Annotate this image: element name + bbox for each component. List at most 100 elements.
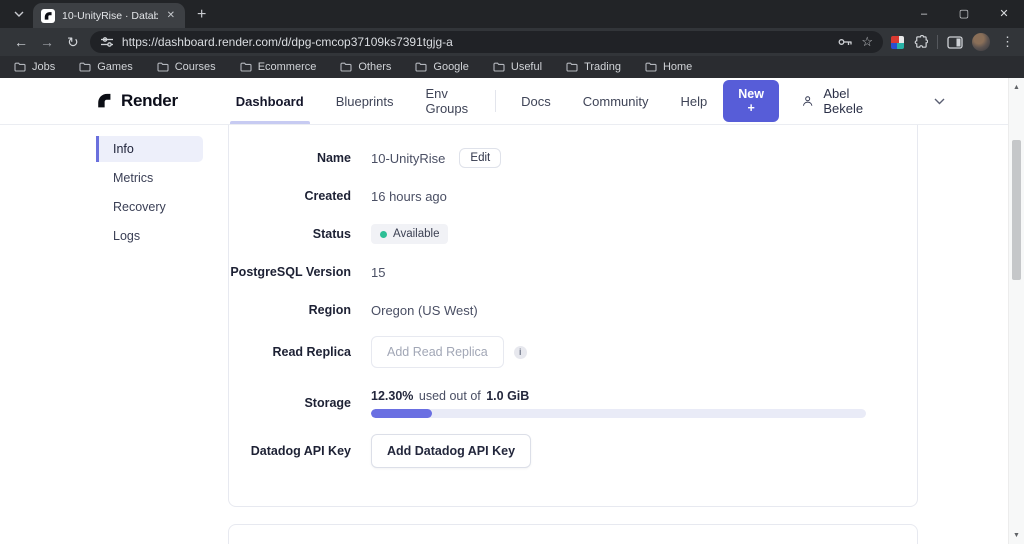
sidebar-item-metrics[interactable]: Metrics bbox=[96, 165, 203, 191]
info-icon[interactable]: i bbox=[514, 346, 527, 359]
storage-progress-fill bbox=[371, 409, 432, 418]
read-replica-value: Add Read Replica i bbox=[371, 336, 527, 368]
bookmark-folder-home[interactable]: Home bbox=[645, 61, 692, 73]
bookmark-folder-others[interactable]: Others bbox=[340, 61, 391, 73]
render-logo-icon bbox=[95, 92, 113, 110]
new-button[interactable]: New + bbox=[723, 80, 779, 122]
status-badge: Available bbox=[371, 224, 448, 244]
tab-search-button[interactable] bbox=[7, 2, 31, 26]
row-read-replica: Read Replica Add Read Replica i bbox=[229, 329, 917, 375]
window-controls: – ▢ ✕ bbox=[904, 0, 1024, 27]
storage-total: 1.0 GiB bbox=[486, 389, 529, 403]
name-value: 10-UnityRise Edit bbox=[371, 148, 501, 168]
maximize-button[interactable]: ▢ bbox=[944, 0, 984, 27]
bookmark-folder-google[interactable]: Google bbox=[415, 61, 468, 73]
sidebar-item-logs[interactable]: Logs bbox=[96, 223, 203, 249]
browser-profile-avatar[interactable] bbox=[972, 33, 990, 51]
folder-icon bbox=[566, 62, 578, 72]
back-button[interactable]: ← bbox=[8, 30, 34, 54]
bookmark-folder-ecommerce[interactable]: Ecommerce bbox=[240, 61, 317, 73]
bookmark-folder-useful[interactable]: Useful bbox=[493, 61, 542, 73]
folder-icon bbox=[340, 62, 352, 72]
region-value: Oregon (US West) bbox=[371, 303, 478, 318]
nav-dashboard[interactable]: Dashboard bbox=[220, 78, 320, 124]
scrollbar-down-icon[interactable]: ▼ bbox=[1009, 532, 1024, 539]
close-button[interactable]: ✕ bbox=[984, 0, 1024, 27]
account-menu[interactable]: Abel Bekele bbox=[801, 86, 870, 116]
extensions-puzzle-icon[interactable] bbox=[913, 35, 928, 50]
browser-menu-icon[interactable]: ⋮ bbox=[999, 34, 1016, 50]
status-dot-icon bbox=[380, 231, 387, 238]
browser-titlebar: 10-UnityRise · Database · Rend ✕ + – ▢ ✕ bbox=[0, 0, 1024, 28]
read-replica-label: Read Replica bbox=[229, 345, 371, 359]
page-scrollbar[interactable]: ▲ ▼ bbox=[1008, 78, 1024, 544]
main-nav: Dashboard Blueprints Env Groups Docs Com… bbox=[220, 78, 723, 124]
nav-help[interactable]: Help bbox=[665, 78, 724, 124]
scrollbar-up-icon[interactable]: ▲ bbox=[1009, 84, 1024, 91]
bookmark-folder-games[interactable]: Games bbox=[79, 61, 132, 73]
account-chevron-icon[interactable] bbox=[934, 98, 945, 105]
password-key-icon[interactable] bbox=[838, 37, 853, 47]
forward-button[interactable]: → bbox=[34, 30, 60, 54]
minimize-button[interactable]: – bbox=[904, 0, 944, 27]
nav-label: Dashboard bbox=[236, 94, 304, 109]
nav-community[interactable]: Community bbox=[567, 78, 665, 124]
bookmark-label: Ecommerce bbox=[258, 61, 317, 73]
sidebar-item-recovery[interactable]: Recovery bbox=[96, 194, 203, 220]
folder-icon bbox=[645, 62, 657, 72]
row-created: Created 16 hours ago bbox=[229, 177, 917, 215]
tab-close-icon[interactable]: ✕ bbox=[165, 10, 177, 21]
folder-icon bbox=[157, 62, 169, 72]
browser-tab[interactable]: 10-UnityRise · Database · Rend ✕ bbox=[33, 3, 185, 28]
new-tab-button[interactable]: + bbox=[197, 7, 206, 23]
postgresql-version-label: PostgreSQL Version bbox=[229, 265, 371, 279]
row-storage: Storage 12.30% used out of 1.0 GiB bbox=[229, 375, 917, 431]
reload-button[interactable]: ↻ bbox=[60, 30, 86, 54]
nav-docs[interactable]: Docs bbox=[505, 78, 567, 124]
bookmark-star-icon[interactable]: ☆ bbox=[861, 34, 873, 50]
render-logo[interactable]: Render bbox=[95, 91, 178, 111]
storage-progress-track bbox=[371, 409, 866, 418]
sidebar-item-info[interactable]: Info bbox=[96, 136, 203, 162]
app-header: Render Dashboard Blueprints Env Groups D… bbox=[0, 78, 1024, 125]
bookmark-label: Useful bbox=[511, 61, 542, 73]
add-read-replica-button[interactable]: Add Read Replica bbox=[371, 336, 504, 368]
url-text[interactable]: https://dashboard.render.com/d/dpg-cmcop… bbox=[122, 35, 830, 49]
row-name: Name 10-UnityRise Edit bbox=[229, 139, 917, 177]
sidebar-item-label: Recovery bbox=[113, 200, 166, 214]
bookmark-folder-courses[interactable]: Courses bbox=[157, 61, 216, 73]
bookmark-label: Courses bbox=[175, 61, 216, 73]
add-datadog-api-key-button[interactable]: Add Datadog API Key bbox=[371, 434, 531, 468]
bookmark-label: Others bbox=[358, 61, 391, 73]
bookmark-folder-jobs[interactable]: Jobs bbox=[14, 61, 55, 73]
bookmark-label: Jobs bbox=[32, 61, 55, 73]
bookmark-folder-trading[interactable]: Trading bbox=[566, 61, 621, 73]
extension-logo-icon[interactable] bbox=[891, 36, 904, 49]
bookmark-label: Home bbox=[663, 61, 692, 73]
url-bar[interactable]: https://dashboard.render.com/d/dpg-cmcop… bbox=[90, 31, 883, 53]
folder-icon bbox=[493, 62, 505, 72]
storage-label: Storage bbox=[229, 396, 371, 410]
sidebar-item-label: Logs bbox=[113, 229, 140, 243]
side-panel-icon[interactable] bbox=[947, 36, 963, 49]
nav-blueprints[interactable]: Blueprints bbox=[320, 78, 410, 124]
created-value: 16 hours ago bbox=[371, 189, 447, 204]
scrollbar-thumb[interactable] bbox=[1012, 140, 1021, 280]
side-nav: Info Metrics Recovery Logs bbox=[96, 136, 203, 252]
nav-env-groups[interactable]: Env Groups bbox=[410, 78, 485, 124]
chevron-down-icon bbox=[14, 11, 24, 17]
site-settings-icon[interactable] bbox=[100, 36, 114, 48]
storage-block: 12.30% used out of 1.0 GiB bbox=[371, 388, 866, 418]
storage-middle-text: used out of bbox=[419, 389, 481, 403]
app-body: Info Metrics Recovery Logs Name 10-Unity… bbox=[0, 125, 1024, 544]
edit-name-button[interactable]: Edit bbox=[459, 148, 501, 168]
datadog-value: Add Datadog API Key bbox=[371, 434, 531, 468]
nav-label: Help bbox=[681, 94, 708, 109]
bookmark-label: Trading bbox=[584, 61, 621, 73]
folder-icon bbox=[79, 62, 91, 72]
region-label: Region bbox=[229, 303, 371, 317]
browser-window: 10-UnityRise · Database · Rend ✕ + – ▢ ✕… bbox=[0, 0, 1024, 544]
next-section-card bbox=[228, 524, 918, 544]
status-value: Available bbox=[371, 224, 448, 244]
tab-title: 10-UnityRise · Database · Rend bbox=[62, 10, 158, 22]
